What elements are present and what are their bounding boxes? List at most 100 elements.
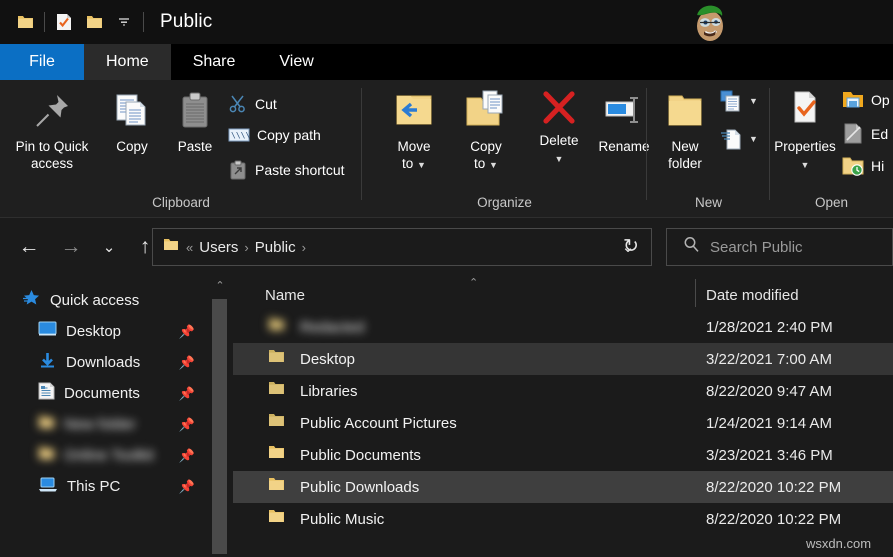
recent-locations-button[interactable]: ⌄: [92, 230, 126, 264]
copy-path-icon: \\\\..: [228, 127, 250, 143]
search-input[interactable]: Search Public: [710, 239, 803, 256]
pin-icon[interactable]: 📌: [179, 479, 195, 495]
pin-icon[interactable]: 📌: [179, 448, 195, 464]
vertical-scrollbar[interactable]: ⌃: [207, 275, 233, 557]
history-icon: [842, 156, 864, 176]
edit-icon: [842, 123, 864, 144]
file-name: Redacted: [300, 319, 364, 336]
edit-button[interactable]: Ed: [842, 123, 888, 144]
cut-button[interactable]: Cut: [228, 94, 277, 114]
properties-check-icon[interactable]: [49, 7, 79, 37]
new-folder-button[interactable]: Newfolder: [645, 88, 725, 172]
copy-label: Copy: [116, 138, 148, 155]
column-divider[interactable]: [695, 279, 696, 307]
downloads-icon: [38, 352, 57, 374]
back-button[interactable]: ←: [12, 230, 46, 264]
sidebar-label: New folder: [64, 416, 136, 433]
breadcrumb-overflow[interactable]: «: [185, 240, 194, 255]
avatar[interactable]: [680, 1, 736, 43]
breadcrumb-item-users[interactable]: Users: [194, 239, 243, 256]
easy-access-button[interactable]: ▼: [720, 128, 758, 150]
svg-text:\\\\..: \\\\..: [231, 131, 250, 140]
ribbon-group-open: Properties▼ Op Ed: [770, 80, 893, 218]
sidebar-label: Online Toolkit: [64, 447, 154, 464]
pin-icon[interactable]: 📌: [179, 324, 195, 340]
ribbon-group-new: Newfolder ▼ ▼ New: [647, 80, 770, 218]
folder-icon: [268, 381, 285, 401]
table-row[interactable]: Public Downloads 8/22/2020 10:22 PM: [233, 471, 893, 503]
folder-icon: [38, 415, 55, 435]
new-item-button[interactable]: ▼: [720, 90, 758, 112]
search-box[interactable]: Search Public: [666, 228, 893, 266]
file-name: Public Downloads: [300, 479, 419, 496]
column-header-row: ⌃ Name Date modified: [233, 275, 893, 311]
column-header-date-modified[interactable]: Date modified: [706, 287, 799, 311]
ribbon-group-organize: Moveto ▼ Copyto ▼ Delete▼: [362, 80, 647, 218]
table-row[interactable]: Public Music 8/22/2020 10:22 PM: [233, 503, 893, 535]
forward-button[interactable]: →: [54, 230, 88, 264]
chevron-down-icon[interactable]: ▼: [749, 135, 758, 144]
copy-to-button[interactable]: Copyto ▼: [446, 88, 526, 172]
folder-icon[interactable]: [10, 7, 40, 37]
address-bar[interactable]: « Users › Public › ⌄: [152, 228, 652, 266]
tab-view[interactable]: View: [257, 44, 335, 80]
new-folder-icon: [662, 88, 708, 134]
sidebar-item-this-pc[interactable]: This PC 📌: [0, 471, 207, 502]
file-name: Desktop: [300, 351, 355, 368]
breadcrumb-item-public[interactable]: Public: [250, 239, 301, 256]
edit-label: Ed: [871, 126, 888, 142]
cut-label: Cut: [255, 96, 277, 112]
tab-share[interactable]: Share: [171, 44, 258, 80]
paste-button[interactable]: Paste: [155, 88, 235, 155]
column-header-name[interactable]: Name: [265, 287, 305, 311]
sidebar-label: Downloads: [66, 354, 140, 371]
customize-dropdown-icon[interactable]: [109, 7, 139, 37]
chevron-down-icon: ▼: [489, 160, 498, 170]
scissors-icon: [228, 94, 248, 114]
history-button[interactable]: Hi: [842, 156, 884, 176]
pin-to-quick-access-button[interactable]: Pin to Quickaccess: [12, 88, 92, 172]
sidebar-item-documents[interactable]: Documents 📌: [0, 378, 207, 409]
table-row[interactable]: Libraries 8/22/2020 9:47 AM: [233, 375, 893, 407]
this-pc-icon: [38, 476, 58, 498]
table-row[interactable]: Public Documents 3/23/2021 3:46 PM: [233, 439, 893, 471]
folder-icon[interactable]: [79, 7, 109, 37]
pin-icon: [29, 88, 75, 134]
sidebar-item-redacted[interactable]: New folder 📌: [0, 409, 207, 440]
chevron-down-icon[interactable]: ▼: [749, 97, 758, 106]
chevron-up-icon[interactable]: ⌃: [207, 275, 233, 295]
history-label: Hi: [871, 158, 884, 174]
title-bar: Public: [0, 0, 893, 44]
star-icon: [22, 289, 41, 312]
properties-button[interactable]: Properties▼: [765, 88, 845, 172]
folder-icon: [268, 509, 285, 529]
sidebar-item-desktop[interactable]: Desktop 📌: [0, 316, 207, 347]
tab-file[interactable]: File: [0, 44, 84, 80]
table-row[interactable]: Desktop 3/22/2021 7:00 AM: [233, 343, 893, 375]
move-to-button[interactable]: Moveto ▼: [374, 88, 454, 172]
pin-icon[interactable]: 📌: [179, 417, 195, 433]
copy-path-button[interactable]: \\\\.. Copy path: [228, 127, 321, 143]
new-group-label: New: [647, 195, 770, 210]
open-group-label: Open: [770, 195, 893, 210]
table-row[interactable]: Redacted 1/28/2021 2:40 PM: [233, 311, 893, 343]
folder-icon: [268, 413, 285, 433]
toolbar-divider: [44, 12, 45, 32]
scrollbar-thumb[interactable]: [212, 299, 227, 554]
tab-home[interactable]: Home: [84, 44, 171, 80]
properties-icon: [782, 88, 828, 134]
paste-shortcut-button[interactable]: Paste shortcut: [228, 160, 345, 180]
sidebar-item-redacted[interactable]: Online Toolkit 📌: [0, 440, 207, 471]
rename-label: Rename: [598, 138, 649, 155]
breadcrumb-separator[interactable]: ›: [301, 240, 307, 255]
pin-to-quick-access-label: Pin to Quickaccess: [16, 138, 89, 172]
open-label: Op: [871, 92, 890, 108]
organize-group-label: Organize: [362, 195, 647, 210]
open-button[interactable]: Op: [842, 90, 890, 109]
sidebar-item-downloads[interactable]: Downloads 📌: [0, 347, 207, 378]
table-row[interactable]: Public Account Pictures 1/24/2021 9:14 A…: [233, 407, 893, 439]
pin-icon[interactable]: 📌: [179, 386, 195, 402]
refresh-button[interactable]: ↻: [614, 229, 648, 263]
sidebar-item-quick-access[interactable]: Quick access: [0, 285, 207, 316]
pin-icon[interactable]: 📌: [179, 355, 195, 371]
